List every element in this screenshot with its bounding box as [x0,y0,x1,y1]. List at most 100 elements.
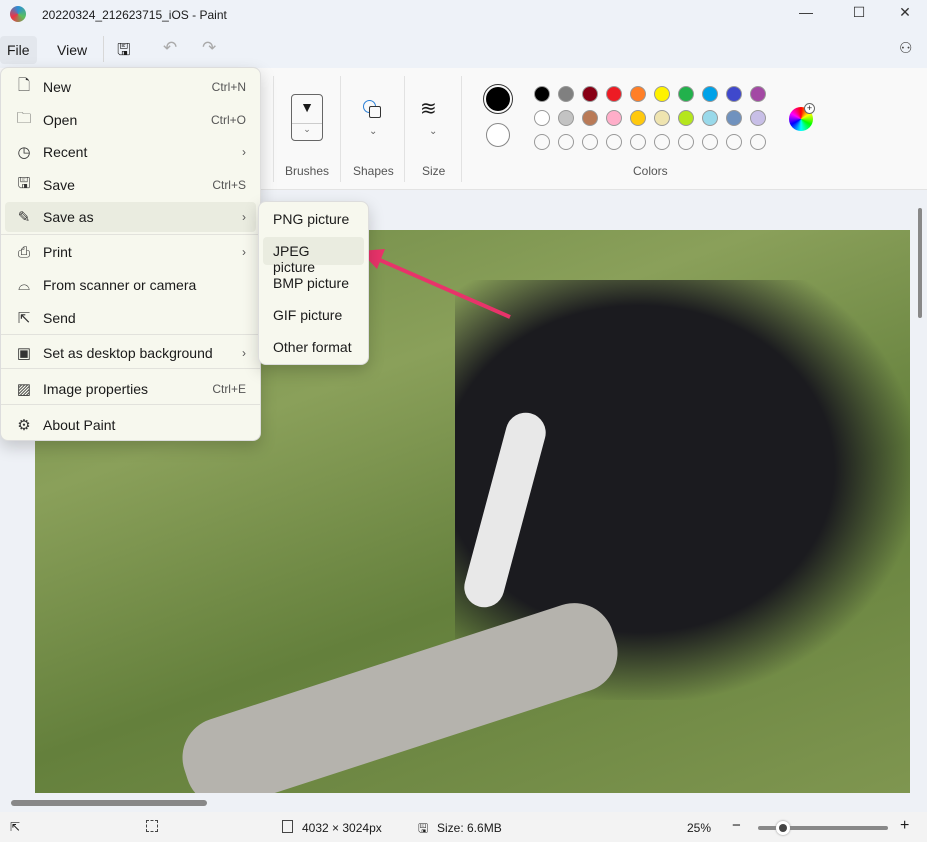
color-swatch[interactable] [654,110,670,126]
color-swatch[interactable] [678,110,694,126]
save-as-gif[interactable]: GIF picture [263,301,364,329]
color-swatch[interactable] [582,134,598,150]
color-swatch[interactable] [702,86,718,102]
size-label: Size [422,164,446,178]
color-swatch[interactable] [630,134,646,150]
file-size-icon: 🖫 [418,821,429,835]
gear-icon: ⚙ [17,417,31,434]
send-icon: ⇱ [17,310,31,327]
menu-item-label: New [43,79,72,95]
color-swatch[interactable] [606,134,622,150]
size-icon[interactable]: ≋ [420,96,437,121]
color-swatch[interactable] [558,110,574,126]
save-icon[interactable]: 🖫 [117,39,131,66]
color-swatch[interactable] [750,110,766,126]
menu-item-label: Send [43,310,76,326]
view-menu-button[interactable]: View [50,36,94,64]
save-as-icon: ✎ [17,209,31,226]
redo-icon[interactable]: ↷ [202,38,216,58]
color-swatch[interactable] [558,86,574,102]
stick [172,592,628,793]
clock-icon: ◷ [17,144,31,161]
new-file-icon: 🗋 [17,76,31,94]
color-swatch[interactable] [678,86,694,102]
annotation-arrow [360,249,511,319]
menu-item-save-as[interactable]: ✎ Save as › [5,202,256,232]
save-as-bmp[interactable]: BMP picture [263,269,364,297]
zoom-in-button[interactable]: + [900,817,909,835]
secondary-color[interactable] [486,123,510,147]
save-as-other[interactable]: Other format [263,333,364,361]
zoom-slider[interactable] [758,821,888,835]
minimize-button[interactable]: — [794,4,818,24]
image-properties-icon: ▨ [16,381,32,398]
color-swatch[interactable] [534,134,550,150]
color-swatch[interactable] [654,86,670,102]
brushes-label: Brushes [285,164,330,178]
divider [1,404,260,405]
window-title: 20220324_212623715_iOS - Paint [42,8,227,22]
menu-item-new[interactable]: 🗋 New Ctrl+N [5,72,256,102]
menu-item-label: Open [43,112,78,128]
status-bar: ⇱ 4032 × 3024px 🖫 Size: 6.6MB 25% − + [0,812,927,842]
menu-item-shortcut: Ctrl+E [212,382,246,396]
file-menu-button[interactable]: File [0,36,37,64]
menu-item-shortcut: › [242,346,246,360]
color-swatch[interactable] [558,134,574,150]
chevron-down-icon[interactable]: ⌄ [429,126,437,137]
paint-logo-icon [10,6,26,22]
menu-item-shortcut: Ctrl+O [210,113,246,127]
color-swatch[interactable] [726,134,742,150]
menu-item-image-properties[interactable]: ▨ Image properties Ctrl+E [5,374,256,404]
brushes-button[interactable]: ▼ ⌄ [291,94,323,141]
edit-colors-icon[interactable]: + [789,103,815,131]
menu-item-label: Save [43,177,75,193]
color-swatch[interactable] [630,110,646,126]
horizontal-scrollbar[interactable] [0,795,927,811]
maximize-button[interactable]: ☐ [847,4,871,24]
save-as-png[interactable]: PNG picture [263,205,364,233]
save-as-jpeg[interactable]: JPEG picture [263,237,364,275]
color-swatch[interactable] [630,86,646,102]
color-swatch[interactable] [606,110,622,126]
menu-bar: File View 🖫 ↶ ↷ ⚇ [0,30,927,68]
menu-item-label: Recent [43,144,88,160]
zoom-out-button[interactable]: − [732,817,741,834]
color-swatch[interactable] [534,110,550,126]
color-swatch[interactable] [726,110,742,126]
menu-item-label: About Paint [43,417,116,433]
divider [1,234,260,235]
menu-item-print[interactable]: ⎙ Print › [5,237,256,267]
colors-label: Colors [633,164,668,178]
menu-item-open[interactable]: 🗀 Open Ctrl+O [5,105,256,135]
account-icon[interactable]: ⚇ [899,39,912,57]
color-swatch[interactable] [654,134,670,150]
color-swatch[interactable] [702,110,718,126]
color-swatch[interactable] [726,86,742,102]
color-swatch[interactable] [582,86,598,102]
chevron-down-icon[interactable]: ⌄ [369,126,377,137]
color-swatch[interactable] [534,86,550,102]
menu-item-set-as-desktop-background[interactable]: ▣ Set as desktop background › [5,338,256,368]
color-swatch[interactable] [750,134,766,150]
color-swatch[interactable] [606,86,622,102]
vertical-scrollbar[interactable] [918,208,922,318]
undo-icon[interactable]: ↶ [163,38,177,58]
menu-item-send[interactable]: ⇱ Send [5,303,256,333]
divider [1,368,260,369]
color-swatch[interactable] [678,134,694,150]
title-bar: 20220324_212623715_iOS - Paint — ☐ ✕ [0,0,927,30]
menu-item-from-scanner-or-camera[interactable]: ⌓ From scanner or camera [5,270,256,300]
color-swatch[interactable] [702,134,718,150]
menu-item-label: Print [43,244,72,260]
color-swatch[interactable] [582,110,598,126]
close-button[interactable]: ✕ [893,4,917,24]
save-icon: 🖫 [17,174,31,192]
color-swatch[interactable] [750,86,766,102]
primary-color[interactable] [483,84,513,114]
menu-item-recent[interactable]: ◷ Recent › [5,137,256,167]
menu-item-about-paint[interactable]: ⚙ About Paint [5,410,256,440]
canvas-size-icon [282,820,293,833]
menu-item-save[interactable]: 🖫 Save Ctrl+S [5,170,256,200]
shapes-icon[interactable] [363,100,383,120]
